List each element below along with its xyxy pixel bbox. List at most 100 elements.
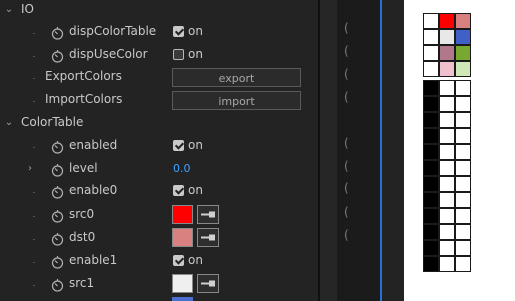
palette-cell bbox=[455, 176, 471, 192]
palette-cell bbox=[423, 176, 439, 192]
palette-cell bbox=[455, 29, 471, 45]
prop-label: ExportColors bbox=[45, 69, 122, 83]
palette-cell bbox=[423, 240, 439, 256]
enabled-checkbox[interactable] bbox=[173, 140, 184, 151]
palette-cell bbox=[455, 128, 471, 144]
tree-dot bbox=[33, 33, 35, 34]
palette-cell bbox=[423, 13, 439, 29]
timeline-area bbox=[380, 0, 404, 301]
level-value[interactable]: 0.0 bbox=[173, 162, 191, 175]
palette-cell bbox=[439, 176, 455, 192]
palette-cell bbox=[439, 45, 455, 61]
stopwatch-icon[interactable] bbox=[51, 209, 64, 223]
section-io[interactable]: ⌄ IO bbox=[0, 0, 318, 23]
dispColorTable-checkbox[interactable] bbox=[173, 26, 184, 37]
checkbox-text: on bbox=[188, 138, 203, 152]
palette-cell bbox=[455, 80, 471, 96]
section-colortable[interactable]: ⌄ ColorTable bbox=[0, 113, 318, 136]
eyedropper-icon[interactable] bbox=[197, 228, 219, 247]
palette-cell bbox=[423, 112, 439, 128]
enable1-checkbox[interactable] bbox=[173, 255, 184, 266]
palette-cell bbox=[439, 80, 455, 96]
palette-cell bbox=[455, 112, 471, 128]
palette-cell bbox=[455, 256, 471, 272]
tree-dot bbox=[33, 239, 35, 240]
stopwatch-icon[interactable] bbox=[51, 232, 64, 246]
expression-marker: ( bbox=[344, 21, 349, 35]
stopwatch-icon[interactable] bbox=[51, 278, 64, 292]
stopwatch-icon[interactable] bbox=[51, 163, 64, 177]
tree-dot bbox=[33, 216, 35, 217]
prop-enable0: enable0 on bbox=[0, 181, 318, 204]
checkbox-text: on bbox=[188, 253, 203, 267]
palette-cell bbox=[455, 45, 471, 61]
dispUseColor-checkbox[interactable] bbox=[173, 49, 184, 60]
expression-marker: ( bbox=[344, 159, 349, 173]
tree-dot bbox=[33, 101, 35, 102]
palette-cell bbox=[439, 29, 455, 45]
palette-cell bbox=[439, 13, 455, 29]
stopwatch-icon[interactable] bbox=[51, 140, 64, 154]
src1-color-swatch[interactable] bbox=[172, 274, 193, 293]
palette-cell bbox=[423, 61, 439, 77]
stopwatch-icon[interactable] bbox=[51, 49, 64, 63]
palette-cell bbox=[439, 256, 455, 272]
effect-controls-panel: ⌄ IO dispColorTable on dispUseColor on E… bbox=[0, 0, 318, 301]
eyedropper-icon[interactable] bbox=[197, 205, 219, 224]
palette-cell bbox=[439, 61, 455, 77]
src0-color-swatch[interactable] bbox=[172, 205, 193, 224]
palette-cell bbox=[455, 96, 471, 112]
palette-cell bbox=[423, 224, 439, 240]
palette-cell bbox=[439, 192, 455, 208]
expression-marker: ( bbox=[344, 136, 349, 150]
palette-cell bbox=[423, 128, 439, 144]
section-io-label: IO bbox=[21, 2, 34, 16]
stopwatch-icon[interactable] bbox=[51, 255, 64, 269]
prop-label: ImportColors bbox=[45, 92, 123, 106]
tree-dot bbox=[33, 78, 35, 79]
export-button[interactable]: export bbox=[172, 68, 301, 87]
prop-label: src1 bbox=[69, 276, 95, 290]
expression-marker: ( bbox=[344, 181, 349, 195]
palette-cell bbox=[423, 208, 439, 224]
prop-exportColors: ExportColors export bbox=[0, 67, 318, 90]
stopwatch-icon[interactable] bbox=[51, 26, 64, 40]
palette-cell bbox=[423, 192, 439, 208]
palette-cell bbox=[439, 208, 455, 224]
prop-level: › level 0.0 bbox=[0, 159, 318, 182]
next-color-swatch[interactable] bbox=[172, 297, 193, 301]
prop-importColors: ImportColors import bbox=[0, 90, 318, 113]
palette-cell bbox=[423, 80, 439, 96]
prop-label: enable0 bbox=[69, 183, 118, 197]
import-button[interactable]: import bbox=[172, 91, 301, 110]
palette-cell bbox=[423, 29, 439, 45]
expression-marker: ( bbox=[344, 67, 349, 81]
palette-cell bbox=[439, 240, 455, 256]
tree-dot bbox=[33, 56, 35, 57]
current-time-indicator[interactable] bbox=[380, 0, 382, 301]
prop-label: src0 bbox=[69, 207, 95, 221]
tree-dot bbox=[33, 192, 35, 193]
dst0-color-swatch[interactable] bbox=[172, 228, 193, 247]
chevron-right-icon[interactable]: › bbox=[24, 162, 36, 176]
palette-cell bbox=[423, 45, 439, 61]
palette-cell bbox=[439, 96, 455, 112]
tree-dot bbox=[33, 147, 35, 148]
expression-marker: ( bbox=[344, 228, 349, 242]
prop-label: dispUseColor bbox=[69, 47, 148, 61]
palette-cell bbox=[455, 144, 471, 160]
prop-enabled: enabled on bbox=[0, 136, 318, 159]
eyedropper-icon[interactable] bbox=[197, 274, 219, 293]
palette-cell bbox=[455, 13, 471, 29]
enable0-checkbox[interactable] bbox=[173, 185, 184, 196]
prop-label: dispColorTable bbox=[69, 24, 157, 38]
stopwatch-icon[interactable] bbox=[51, 185, 64, 199]
vertical-scrollbar[interactable] bbox=[320, 0, 337, 301]
palette-cell bbox=[439, 160, 455, 176]
prop-label: enabled bbox=[69, 138, 118, 152]
chevron-down-icon[interactable]: ⌄ bbox=[3, 116, 15, 130]
palette-cell bbox=[455, 61, 471, 77]
chevron-down-icon[interactable]: ⌄ bbox=[3, 3, 15, 17]
palette-cell bbox=[439, 112, 455, 128]
expression-marker: ( bbox=[344, 205, 349, 219]
